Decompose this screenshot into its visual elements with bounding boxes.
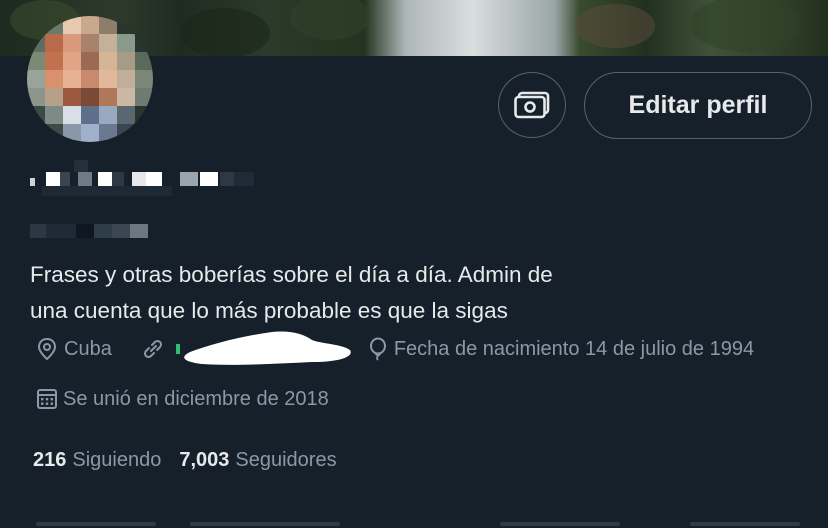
monetization-button[interactable]: [498, 72, 566, 138]
bio-line: Frases y otras boberías sobre el día a d…: [30, 262, 553, 287]
location-item: Cuba: [36, 337, 112, 361]
profile-tabs-edge: [0, 518, 828, 528]
birthday-text: Fecha de nacimiento 14 de julio de 1994: [393, 337, 755, 360]
edit-profile-button[interactable]: Editar perfil: [584, 72, 812, 139]
following-label: Siguiendo: [72, 449, 162, 471]
follow-stats: 216 Siguiendo 7,003 Seguidores: [33, 449, 337, 472]
avatar[interactable]: [27, 16, 153, 142]
profile-meta-row: Cuba Fecha de nacimiento 14 de julio de …: [36, 337, 754, 361]
calendar-icon: [37, 389, 57, 409]
followers-link[interactable]: 7,003 Seguidores: [179, 449, 336, 472]
birthday-item: Fecha de nacimiento 14 de julio de 1994: [368, 337, 754, 361]
location-pin-icon: [37, 337, 57, 361]
followers-count: 7,003: [179, 449, 230, 471]
followers-label: Seguidores: [235, 449, 337, 471]
following-count: 216: [33, 449, 67, 471]
joined-text: Se unió en diciembre de 2018: [63, 387, 329, 410]
link-icon: [143, 339, 162, 359]
redaction-mark: [176, 331, 351, 365]
following-link[interactable]: 216 Siguiendo: [33, 449, 161, 472]
profile-bio: Frases y otras boberías sobre el día a d…: [30, 257, 670, 329]
location-text: Cuba: [64, 337, 112, 360]
camera-money-icon: [514, 91, 550, 119]
display-name: [30, 160, 254, 196]
joined-row: Se unió en diciembre de 2018: [36, 387, 329, 411]
balloon-icon: [369, 337, 386, 361]
username-handle: [30, 224, 148, 238]
